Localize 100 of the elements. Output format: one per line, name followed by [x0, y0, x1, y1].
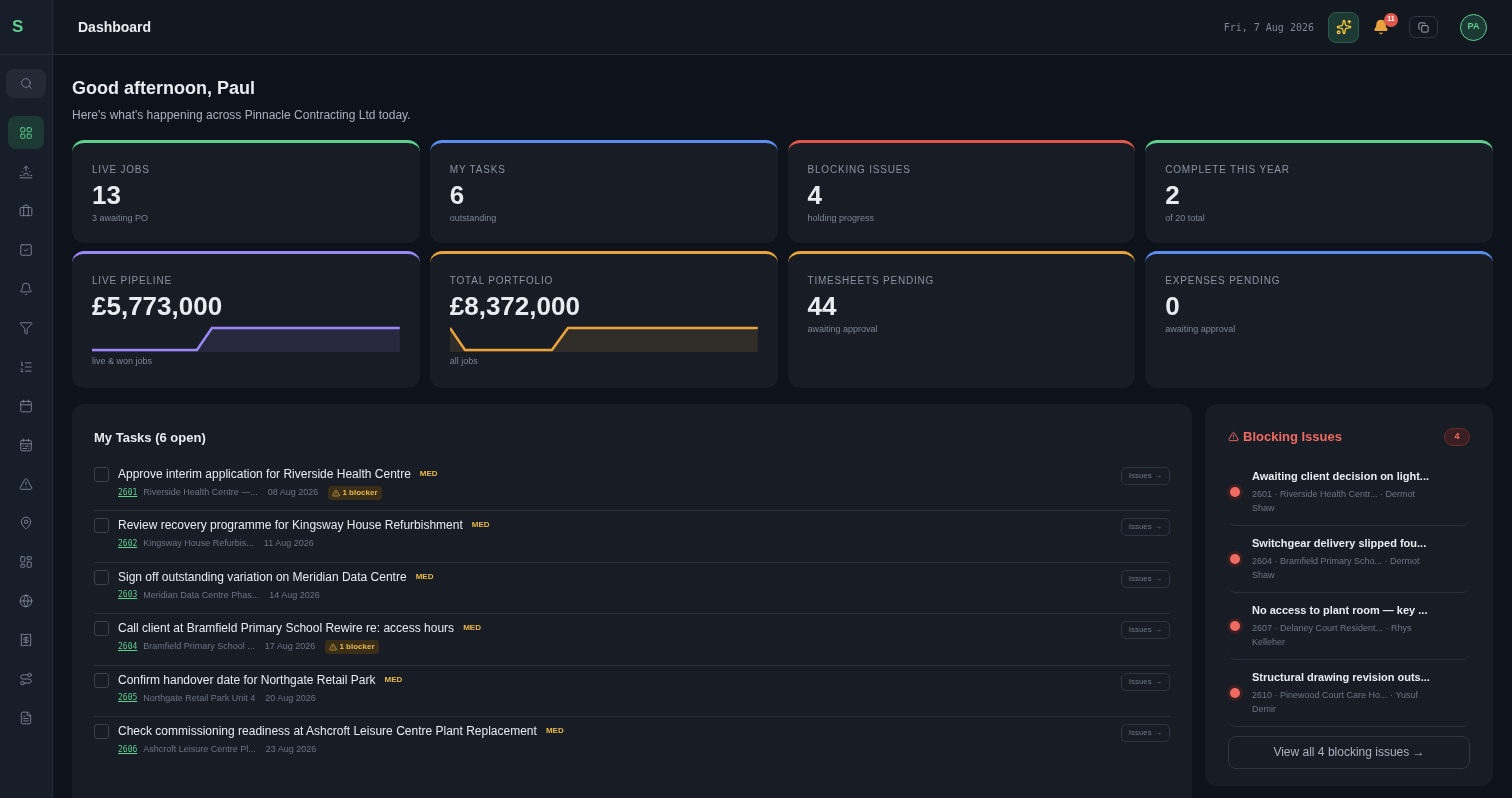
- job-link[interactable]: 2606: [118, 743, 138, 756]
- issues-button[interactable]: Issues →: [1120, 569, 1170, 588]
- stat-value: £5,773,000: [92, 290, 224, 322]
- grid-icon: [19, 125, 33, 140]
- warning-icon: [329, 643, 338, 651]
- briefcase-icon: [19, 203, 33, 218]
- issue-meta: 2601 · Riverside Health Centr... · Dermot Shaw: [1252, 487, 1417, 515]
- priority-tag: MED: [419, 467, 438, 480]
- stat-note: awaiting approval: [807, 323, 879, 336]
- task-title[interactable]: Review recovery programme for Kingsway House Refurbishment: [118, 516, 463, 534]
- priority-tag: MED: [471, 519, 490, 531]
- blocker-tag: 1 blocker: [328, 485, 382, 500]
- stat-label: COMPLETE THIS YEAR: [1165, 163, 1291, 177]
- due-date: 08 Aug 2026: [267, 485, 319, 499]
- bell-icon: [19, 281, 33, 296]
- stat-label: TOTAL PORTFOLIO: [449, 274, 555, 288]
- calendar-icon: [19, 398, 33, 413]
- job-link[interactable]: 2602: [118, 537, 138, 550]
- priority-tag: MED: [384, 673, 403, 686]
- route-icon: [19, 671, 33, 686]
- search-icon: [19, 77, 33, 90]
- task-title[interactable]: Sign off outstanding variation on Meridian Data Centre: [118, 567, 407, 586]
- issues-button[interactable]: Issues →: [1120, 672, 1170, 691]
- calendar-icon: [19, 437, 33, 452]
- date-label: Fri, 7 Aug 2026: [1223, 20, 1314, 35]
- document-icon: [19, 710, 33, 725]
- stat-label: BLOCKING ISSUES: [807, 163, 912, 177]
- due-date: 20 Aug 2026: [265, 691, 316, 705]
- greeting-heading: Good afternoon, Paul: [72, 77, 256, 99]
- stat-value: 6: [449, 179, 466, 211]
- stat-note: outstanding: [449, 212, 498, 225]
- assistant-button[interactable]: [1328, 11, 1359, 43]
- stat-note: awaiting approval: [1165, 323, 1237, 336]
- nav-item[interactable]: [8, 116, 44, 149]
- checkbox-icon: [19, 242, 33, 257]
- task-checkbox[interactable]: [94, 672, 109, 688]
- issue-row[interactable]: Switchgear delivery slipped fou... 2604 · Bramfield Primary Scho... · Dermot Shaw: [1228, 525, 1470, 593]
- globe-icon: [19, 593, 33, 608]
- issues-button[interactable]: Issues →: [1120, 724, 1170, 742]
- issues-button[interactable]: Issues →: [1120, 621, 1170, 639]
- job-link[interactable]: 2601: [118, 486, 138, 499]
- project-name: Ashcroft Leisure Centre Pl...: [143, 743, 256, 756]
- issue-title: Awaiting client decision on light...: [1252, 469, 1431, 485]
- stat-value: 4: [807, 179, 823, 211]
- panel-title: My Tasks (6 open): [94, 429, 207, 447]
- greeting-subtitle: Here's what's happening across Pinnacle Contracting Ltd today.: [72, 107, 412, 124]
- stat-note: holding progress: [807, 212, 876, 225]
- sunrise-icon: [19, 164, 33, 179]
- task-checkbox[interactable]: [94, 724, 109, 739]
- priority-tag: MED: [415, 570, 434, 583]
- stat-value: £8,372,000: [449, 290, 581, 322]
- task-checkbox[interactable]: [94, 466, 109, 482]
- user-avatar[interactable]: PA: [1460, 13, 1487, 41]
- task-title[interactable]: Approve interim application for Riverside Health Centre: [118, 464, 411, 483]
- stat-label: LIVE PIPELINE: [92, 274, 173, 288]
- issue-row[interactable]: Awaiting client decision on light... 2601 · Riverside Health Centr... · Dermot Shaw: [1228, 458, 1470, 526]
- map-pin-icon: [19, 515, 33, 530]
- stat-value: 0: [1165, 290, 1181, 322]
- job-link[interactable]: 2603: [118, 589, 138, 602]
- project-name: Meridian Data Centre Phas...: [143, 588, 260, 602]
- list-icon: [19, 359, 33, 374]
- stat-label: LIVE JOBS: [92, 163, 151, 177]
- task-checkbox[interactable]: [94, 621, 109, 636]
- task-title[interactable]: Call client at Bramfield Primary School Rewire re: access hours: [118, 619, 455, 637]
- windows-button[interactable]: [1409, 16, 1438, 38]
- issue-meta: 2604 · Bramfield Primary Scho... · Dermot Shaw: [1252, 554, 1421, 582]
- due-date: 11 Aug 2026: [263, 537, 314, 550]
- task-checkbox[interactable]: [94, 569, 109, 585]
- due-date: 14 Aug 2026: [269, 588, 320, 602]
- blocker-tag: 1 blocker: [325, 640, 379, 654]
- stat-value: 13: [92, 179, 122, 211]
- project-name: Bramfield Primary School ...: [143, 640, 255, 654]
- stat-note: all jobs: [449, 355, 479, 368]
- job-link[interactable]: 2604: [118, 641, 138, 653]
- task-title[interactable]: Confirm handover date for Northgate Retail Park: [118, 670, 376, 689]
- search-button[interactable]: [6, 69, 46, 98]
- task-title[interactable]: Check commissioning readiness at Ashcroft Leisure Centre Plant Replacement: [118, 722, 537, 740]
- stat-label: TIMESHEETS PENDING: [807, 274, 936, 288]
- stat-value: 44: [807, 290, 838, 322]
- issue-row[interactable]: Structural drawing revision outs... 2610 · Pinewood Court Care Ho... · Yusuf Demir: [1228, 659, 1470, 727]
- bell-icon: [1373, 19, 1389, 35]
- project-name: Riverside Health Centre —...: [143, 485, 258, 499]
- apps-icon: [19, 554, 33, 569]
- issue-title: Switchgear delivery slipped fou...: [1252, 536, 1428, 552]
- sparkles-icon: [1335, 19, 1352, 35]
- job-link[interactable]: 2605: [118, 692, 138, 705]
- issue-title: No access to plant room — key ...: [1252, 603, 1429, 619]
- receipt-icon: [19, 632, 33, 647]
- task-checkbox[interactable]: [94, 518, 109, 533]
- view-all-button[interactable]: View all 4 blocking issues →: [1228, 735, 1470, 769]
- issues-button[interactable]: Issues →: [1120, 466, 1170, 485]
- warning-icon: [332, 488, 341, 497]
- stat-label: EXPENSES PENDING: [1165, 274, 1282, 288]
- stat-note: 3 awaiting PO: [92, 212, 150, 225]
- issue-row[interactable]: No access to plant room — key ... 2607 · Delaney Court Resident... · Rhys Kelleher: [1228, 592, 1470, 660]
- due-date: 17 Aug 2026: [264, 640, 316, 654]
- warning-icon: [1228, 431, 1239, 443]
- stat-note: live & won jobs: [92, 355, 154, 368]
- issues-button[interactable]: Issues →: [1120, 518, 1170, 536]
- logo[interactable]: S: [12, 14, 24, 40]
